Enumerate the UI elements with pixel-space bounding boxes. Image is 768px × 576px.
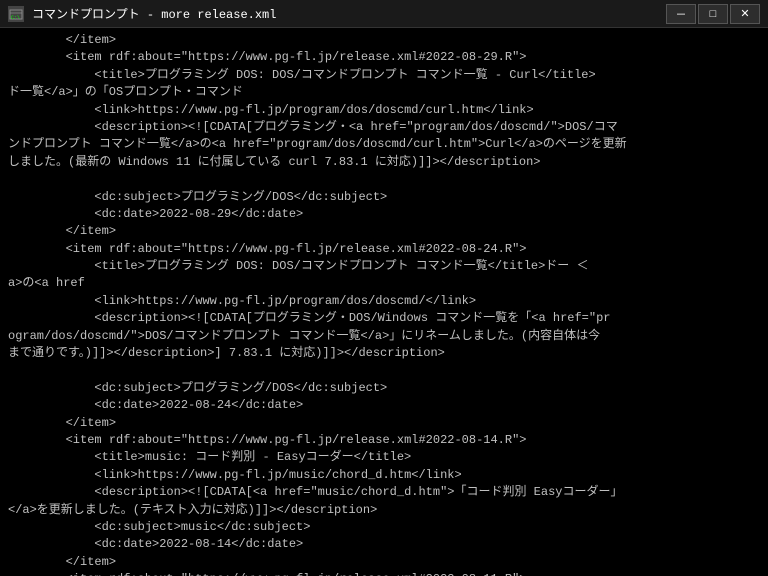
close-button[interactable]: ✕ <box>730 4 760 24</box>
terminal-line: <link>https://www.pg-fl.jp/program/dos/d… <box>8 102 760 119</box>
terminal-line: <description><![CDATA[プログラミング・<a href="p… <box>8 119 760 136</box>
terminal-line: ンドプロンプト コマンド一覧</a>の<a href="program/dos/… <box>8 136 760 153</box>
terminal-line: <link>https://www.pg-fl.jp/music/chord_d… <box>8 467 760 484</box>
terminal-line: <link>https://www.pg-fl.jp/program/dos/d… <box>8 293 760 310</box>
terminal-line: <dc:subject>music</dc:subject> <box>8 519 760 536</box>
window-title: コマンドプロンプト - more release.xml <box>32 5 276 22</box>
terminal-line: <item rdf:about="https://www.pg-fl.jp/re… <box>8 241 760 258</box>
window: C:\ コマンドプロンプト - more release.xml － □ ✕ <… <box>0 0 768 576</box>
terminal-line <box>8 171 760 188</box>
terminal-line: <dc:date>2022-08-24</dc:date> <box>8 397 760 414</box>
minimize-button[interactable]: － <box>666 4 696 24</box>
title-bar-left: C:\ コマンドプロンプト - more release.xml <box>8 5 276 22</box>
terminal-line: <dc:date>2022-08-29</dc:date> <box>8 206 760 223</box>
terminal-line: しました。(最新の Windows 11 に付属している curl 7.83.1… <box>8 154 760 171</box>
terminal-line: <item rdf:about="https://www.pg-fl.jp/re… <box>8 571 760 576</box>
terminal-line: <title>プログラミング DOS: DOS/コマンドプロンプト コマンド一覧… <box>8 67 760 84</box>
terminal-line: </item> <box>8 223 760 240</box>
terminal-line: <description><![CDATA[プログラミング・DOS/Window… <box>8 310 760 327</box>
svg-text:C:\: C:\ <box>11 15 20 21</box>
terminal-line <box>8 362 760 379</box>
terminal-line: </item> <box>8 32 760 49</box>
terminal-line: </item> <box>8 415 760 432</box>
terminal-line: <item rdf:about="https://www.pg-fl.jp/re… <box>8 49 760 66</box>
terminal-line: <item rdf:about="https://www.pg-fl.jp/re… <box>8 432 760 449</box>
terminal-line: まで通りです。)]]></description>] 7.83.1 に対応)]]… <box>8 345 760 362</box>
terminal-line: ド一覧</a>」の「OSプロンプト・コマンド <box>8 84 760 101</box>
terminal-line: <description><![CDATA[<a href="music/cho… <box>8 484 760 501</box>
app-icon: C:\ <box>8 6 24 22</box>
terminal-line: </item> <box>8 554 760 571</box>
terminal-line: a>の<a href <box>8 275 760 292</box>
terminal-line: <dc:subject>プログラミング/DOS</dc:subject> <box>8 380 760 397</box>
maximize-button[interactable]: □ <box>698 4 728 24</box>
terminal-line: <title>music: コード判別 - Easyコーダー</title> <box>8 449 760 466</box>
title-bar: C:\ コマンドプロンプト - more release.xml － □ ✕ <box>0 0 768 28</box>
terminal-line: ogram/dos/doscmd/">DOS/コマンドプロンプト コマンド一覧<… <box>8 328 760 345</box>
terminal-line: </a>を更新しました。(テキスト入力に対応)]]></description> <box>8 502 760 519</box>
terminal-output: </item> <item rdf:about="https://www.pg-… <box>0 28 768 576</box>
terminal-line: <dc:date>2022-08-14</dc:date> <box>8 536 760 553</box>
window-controls: － □ ✕ <box>666 4 760 24</box>
terminal-line: <dc:subject>プログラミング/DOS</dc:subject> <box>8 189 760 206</box>
terminal-line: <title>プログラミング DOS: DOS/コマンドプロンプト コマンド一覧… <box>8 258 760 275</box>
